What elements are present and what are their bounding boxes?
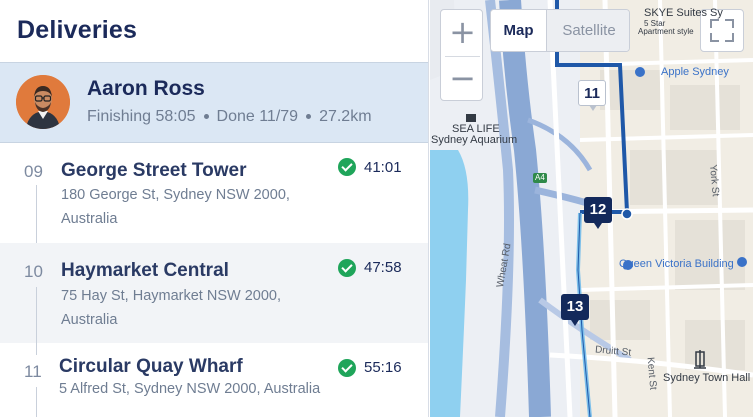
stop-number: 10: [24, 262, 43, 281]
fullscreen-icon: [725, 33, 734, 42]
fullscreen-icon: [710, 33, 719, 42]
stop-number: 11: [24, 362, 42, 381]
stop-name: Haymarket Central: [61, 260, 229, 281]
distance: 27.2km: [319, 108, 372, 125]
stop-time: 41:01: [364, 159, 402, 176]
stop-time: 55:16: [364, 359, 402, 376]
page-title: Deliveries: [17, 16, 138, 44]
driver-card[interactable]: Aaron Ross Finishing 58:05 Done 11/79 27.2…: [0, 62, 428, 143]
map-label-sealife: Sydney Aquarium: [431, 134, 518, 146]
separator-dot: [203, 114, 209, 120]
stop-name: Circular Quay Wharf: [59, 356, 243, 377]
zoom-out-button[interactable]: −: [441, 56, 484, 102]
map-type-toggle: Map Satellite: [490, 9, 630, 52]
driver-name: Aaron Ross: [87, 77, 205, 100]
zoom-control: + −: [440, 9, 483, 101]
map-label-qvb: Queen Victoria Building: [619, 258, 734, 270]
deliveries-panel: Deliveries Aaron Ross Finishing 58:05 Don…: [0, 0, 429, 417]
driver-stats: Finishing 58:05 Done 11/79 27.2km: [87, 108, 372, 126]
done-count: Done 11/79: [216, 108, 299, 125]
map-view[interactable]: + − Map Satellite 11 12 13 SKYE Suites S…: [430, 0, 753, 417]
fullscreen-icon: [725, 19, 734, 28]
stop-marker-13[interactable]: 13: [561, 294, 589, 326]
check-icon: [338, 259, 356, 277]
stop-marker-12[interactable]: 12: [584, 197, 612, 229]
map-label-skye-sub: Apartment style: [638, 27, 694, 36]
map-type-satellite-button[interactable]: Satellite: [547, 10, 629, 51]
check-icon: [338, 359, 356, 377]
avatar: [16, 75, 70, 129]
separator-dot: [306, 114, 312, 120]
list-item[interactable]: 11 Circular Quay Wharf 5 Alfred St, Sydn…: [0, 343, 428, 417]
stop-name: George Street Tower: [61, 160, 247, 181]
list-item[interactable]: 10 Haymarket Central 75 Hay St, Haymarke…: [0, 243, 428, 343]
list-item[interactable]: 09 George Street Tower 180 George St, Sy…: [0, 143, 428, 243]
map-label-apple: Apple Sydney: [661, 66, 729, 78]
finishing-time: Finishing 58:05: [87, 108, 196, 125]
map-label-town-hall: Sydney Town Hall: [663, 372, 751, 384]
panel-header: Deliveries: [0, 0, 428, 62]
stop-time: 47:58: [364, 259, 402, 276]
map-type-map-button[interactable]: Map: [491, 10, 547, 51]
stop-number: 09: [24, 162, 43, 181]
timeline-line: [36, 387, 37, 417]
check-icon: [338, 158, 356, 176]
map-label-a4: A4: [535, 173, 545, 182]
stop-address: 180 George St, Sydney NSW 2000, Australi…: [61, 187, 290, 227]
zoom-in-button[interactable]: +: [441, 10, 484, 56]
fullscreen-icon: [710, 19, 719, 28]
map-label-skye: SKYE Suites Sy: [644, 7, 723, 19]
stop-marker-11[interactable]: 11: [578, 80, 606, 111]
stop-address: 75 Hay St, Haymarket NSW 2000, Australia: [61, 288, 281, 328]
stop-address: 5 Alfred St, Sydney NSW 2000, Australia: [59, 381, 321, 397]
